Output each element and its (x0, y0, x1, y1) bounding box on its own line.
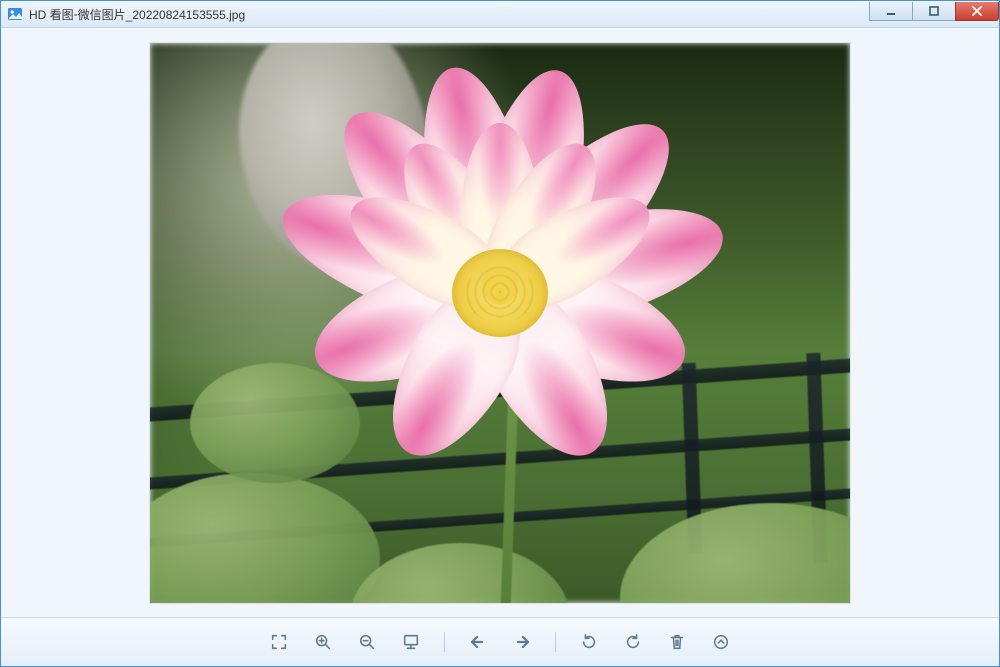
rotate-cw-button[interactable] (620, 629, 646, 655)
next-button[interactable] (509, 629, 535, 655)
app-name: HD 看图 (29, 6, 74, 23)
file-name: 微信图片_20220824153555.jpg (78, 6, 245, 23)
toolbar-separator (444, 632, 445, 652)
image-flower (500, 293, 501, 294)
image-leaf (190, 363, 360, 483)
rotate-ccw-button[interactable] (576, 629, 602, 655)
slideshow-button[interactable] (398, 629, 424, 655)
titlebar: HD 看图 - 微信图片_20220824153555.jpg (1, 1, 999, 28)
minimize-button[interactable] (869, 2, 913, 21)
zoom-out-button[interactable] (354, 629, 380, 655)
delete-button[interactable] (664, 629, 690, 655)
toolbar (1, 617, 999, 666)
window-controls (870, 2, 999, 20)
image-viewport[interactable] (1, 28, 999, 617)
zoom-in-button[interactable] (310, 629, 336, 655)
app-window: HD 看图 - 微信图片_20220824153555.jpg (0, 0, 1000, 667)
toolbar-separator (555, 632, 556, 652)
maximize-button[interactable] (912, 2, 956, 21)
app-icon (7, 6, 23, 22)
previous-button[interactable] (465, 629, 491, 655)
image-flower-center (452, 249, 548, 337)
displayed-image (150, 43, 850, 603)
close-button[interactable] (955, 2, 999, 21)
fit-screen-button[interactable] (266, 629, 292, 655)
more-button[interactable] (708, 629, 734, 655)
